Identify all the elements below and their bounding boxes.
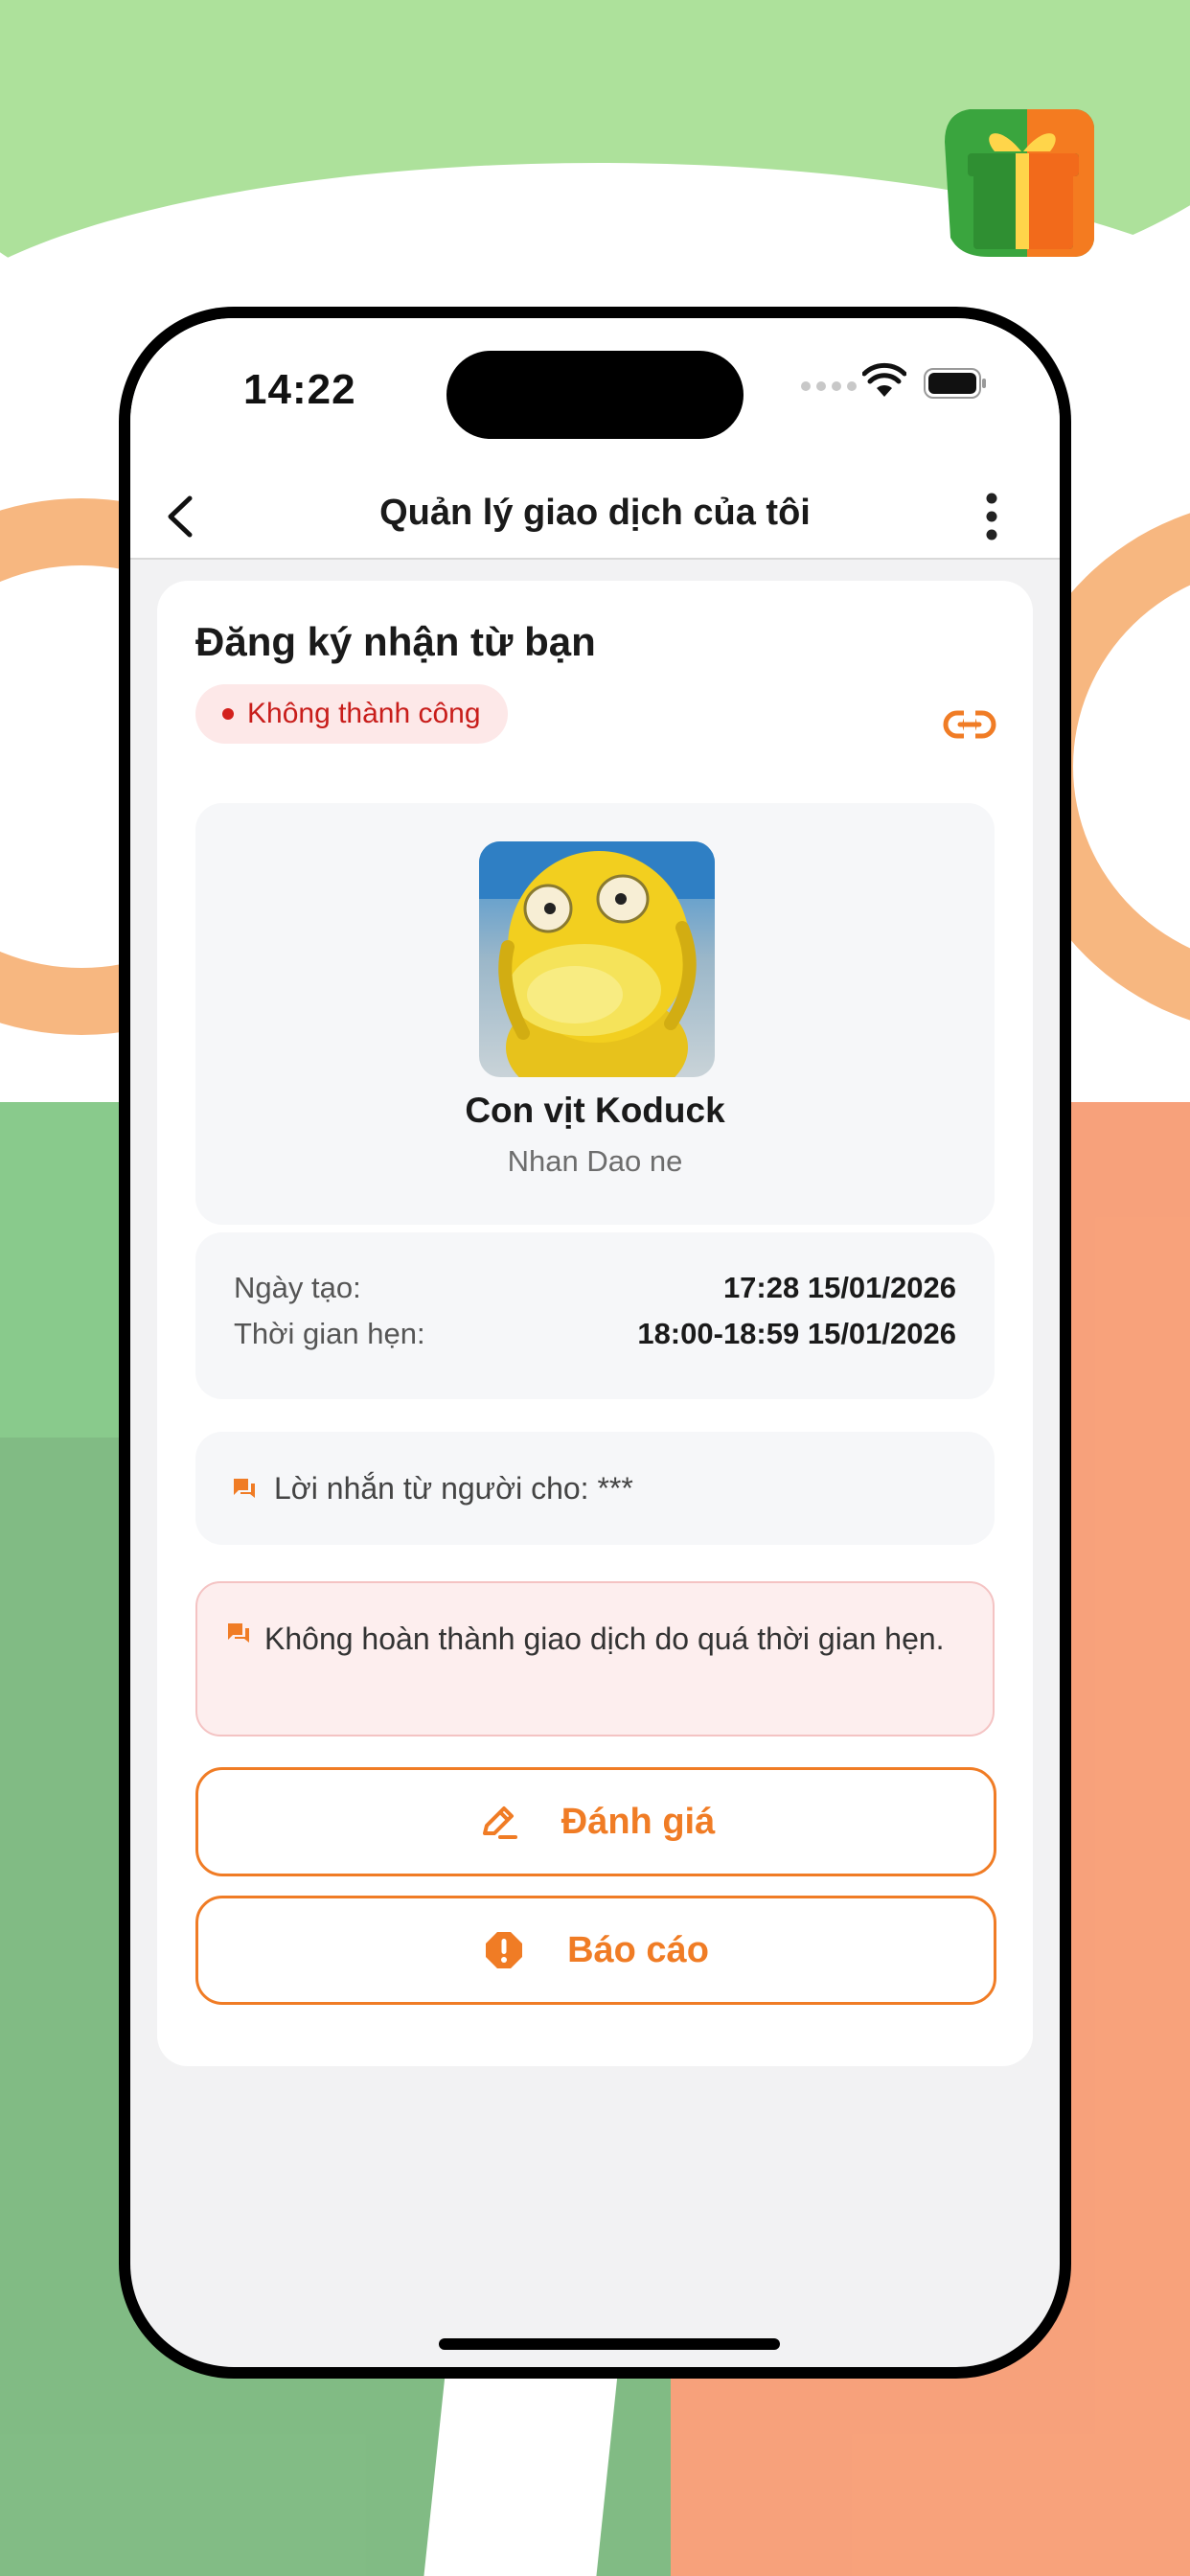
home-indicator[interactable] (439, 2338, 780, 2350)
rate-button[interactable]: Đánh giá (195, 1767, 996, 1876)
navigation-bar: Quản lý giao dịch của tôi (130, 472, 1060, 560)
product-section[interactable]: Con vịt Koduck Nhan Dao ne (195, 803, 995, 1225)
wifi-icon (862, 362, 906, 397)
appointment-value: 18:00-18:59 15/01/2026 (637, 1317, 956, 1350)
transaction-type-title: Đăng ký nhận từ bạn (195, 619, 596, 664)
status-badge-label: Không thành công (247, 698, 481, 729)
status-badge: Không thành công (195, 684, 508, 744)
transaction-details: Ngày tạo: 17:28 15/01/2026 Thời gian hẹn… (195, 1232, 995, 1399)
battery-icon (924, 368, 986, 399)
transaction-card: Đăng ký nhận từ bạn Không thành công Con… (157, 581, 1033, 2066)
report-button[interactable]: Báo cáo (195, 1896, 996, 2005)
status-time: 14:22 (243, 366, 356, 413)
appointment-label: Thời gian hẹn: (234, 1317, 425, 1350)
product-owner-name[interactable]: Nhan Dao ne (195, 1144, 995, 1179)
dynamic-island (446, 351, 744, 439)
app-logo-gift-icon (945, 109, 1094, 257)
link-icon[interactable] (943, 705, 996, 744)
more-options-icon[interactable] (977, 491, 1006, 542)
created-value: 17:28 15/01/2026 (722, 1271, 956, 1304)
failure-note-text: Không hoàn thành giao dịch do quá thời g… (264, 1622, 945, 1656)
created-row: Ngày tạo: 17:28 15/01/2026 (234, 1271, 956, 1305)
pencil-icon (482, 1806, 517, 1839)
alert-icon (486, 1932, 523, 1968)
product-image[interactable] (479, 841, 715, 1077)
failure-note-box: Không hoàn thành giao dịch do quá thời g… (195, 1581, 995, 1736)
product-name: Con vịt Koduck (465, 1091, 725, 1130)
status-dot-icon (222, 708, 234, 720)
app-screen: 14:22 Quản lý giao dịch của tôi Đăng ký … (130, 318, 1060, 2367)
giver-message-box: Lời nhắn từ người cho: *** (195, 1432, 995, 1545)
signal-icon (801, 381, 857, 391)
page-title: Quản lý giao dịch của tôi (379, 493, 811, 533)
created-label: Ngày tạo: (234, 1271, 361, 1304)
report-button-label: Báo cáo (567, 1929, 709, 1970)
rate-button-label: Đánh giá (561, 1801, 716, 1842)
giver-message-text: Lời nhắn từ người cho: *** (274, 1470, 633, 1506)
appointment-row: Thời gian hẹn: 18:00-18:59 15/01/2026 (234, 1317, 956, 1351)
phone-frame: 14:22 Quản lý giao dịch của tôi Đăng ký … (119, 307, 1071, 2379)
chat-bubble-icon (234, 1479, 255, 1498)
status-bar: 14:22 (130, 318, 1060, 472)
